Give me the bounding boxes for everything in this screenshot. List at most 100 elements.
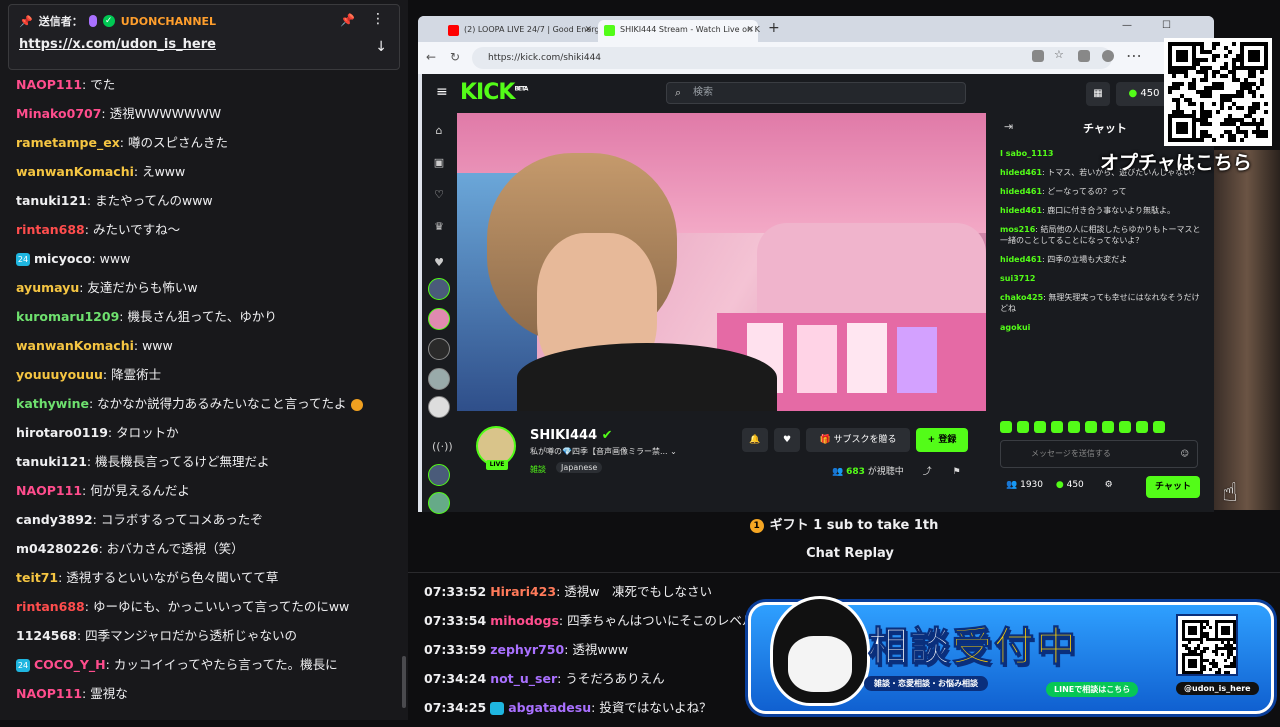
chat-username[interactable]: Minako0707: [16, 106, 101, 121]
kick-chat-input[interactable]: メッセージを送信する ☺: [1000, 440, 1198, 468]
kick-chat-username[interactable]: hided461: [1000, 255, 1042, 264]
pinned-link[interactable]: https://x.com/udon_is_here: [19, 37, 216, 52]
creator-dashboard-button[interactable]: ▦: [1086, 82, 1110, 106]
kick-chat-username[interactable]: I sabo_1113: [1000, 149, 1053, 158]
chat-username[interactable]: COCO_Y_H: [34, 657, 106, 672]
followed-channel-avatar[interactable]: [428, 368, 450, 390]
more-options-icon[interactable]: ⋮: [371, 11, 385, 27]
stream-language-tag[interactable]: Japanese: [556, 462, 603, 473]
followed-channel-avatar[interactable]: [428, 338, 450, 360]
follow-button[interactable]: + 登録: [916, 428, 968, 452]
kick-chat-username[interactable]: agokui: [1000, 323, 1030, 332]
emote-icon[interactable]: [1153, 421, 1165, 433]
replay-username[interactable]: Hirari423: [490, 584, 556, 599]
emote-icon[interactable]: [1051, 421, 1063, 433]
channel-name[interactable]: SHIKI444 ✔: [530, 428, 613, 443]
replay-username[interactable]: zephyr750: [490, 642, 564, 657]
chat-username[interactable]: kuromaru1209: [16, 309, 119, 324]
replay-timestamp: 07:33:54: [424, 613, 487, 628]
chat-username[interactable]: NAOP111: [16, 686, 82, 701]
emote-icon[interactable]: [1102, 421, 1114, 433]
trophy-icon[interactable]: ♛: [432, 220, 446, 234]
reload-icon[interactable]: ↻: [450, 50, 460, 64]
menu-dots-icon[interactable]: ⋯: [1126, 46, 1142, 65]
favorite-heart-button[interactable]: ♥: [774, 428, 800, 452]
browse-icon[interactable]: ▣: [432, 156, 446, 170]
replay-username[interactable]: not_u_ser: [490, 671, 557, 686]
chat-username[interactable]: tanuki121: [16, 193, 87, 208]
replay-username[interactable]: mihodogs: [490, 613, 559, 628]
browser-tab-youtube[interactable]: (2) LOOPA LIVE 24/7 | Good Energ ✕: [442, 20, 599, 42]
profile-icon[interactable]: [1102, 50, 1114, 62]
emote-icon[interactable]: [1119, 421, 1131, 433]
chat-username[interactable]: micyoco: [34, 251, 91, 266]
share-icon[interactable]: ⤴: [923, 467, 932, 477]
chat-username[interactable]: rametampe_ex: [16, 135, 120, 150]
browser-tab-kick[interactable]: SHIKI444 Stream - Watch Live on K ✕: [598, 20, 760, 42]
followed-channel-avatar[interactable]: [428, 464, 450, 486]
settings-gear-icon[interactable]: ⚙: [1105, 480, 1113, 490]
chat-username[interactable]: NAOP111: [16, 77, 82, 92]
emote-icon[interactable]: [1085, 421, 1097, 433]
chat-username[interactable]: m04280226: [16, 541, 99, 556]
chat-username[interactable]: ayumayu: [16, 280, 79, 295]
chat-username[interactable]: wanwanKomachi: [16, 164, 134, 179]
emote-icon[interactable]: [1000, 421, 1012, 433]
gift-sub-button[interactable]: 🎁 サブスクを贈る: [806, 428, 910, 452]
back-icon[interactable]: ←: [426, 50, 436, 64]
emote-icon[interactable]: [1017, 421, 1029, 433]
emote-icon[interactable]: [1068, 421, 1080, 433]
kick-chat-username[interactable]: hided461: [1000, 187, 1042, 196]
notification-bell-button[interactable]: 🔔: [742, 428, 768, 452]
favorites-heart-icon[interactable]: ♥: [432, 256, 446, 270]
home-icon[interactable]: ⌂: [432, 124, 446, 138]
emote-icon[interactable]: [1136, 421, 1148, 433]
kick-search-input[interactable]: ⌕ 検索: [666, 82, 966, 104]
live-radio-icon[interactable]: ((·)): [432, 440, 453, 454]
kick-chat-username[interactable]: hided461: [1000, 168, 1042, 177]
expand-down-icon[interactable]: ↓: [375, 39, 387, 55]
chat-scrollbar[interactable]: [402, 656, 406, 708]
report-flag-icon[interactable]: ⚑: [953, 467, 961, 477]
reader-mode-icon[interactable]: [1032, 50, 1044, 62]
maximize-icon[interactable]: ☐: [1162, 20, 1171, 31]
chat-username[interactable]: wanwanKomachi: [16, 338, 134, 353]
new-tab-icon[interactable]: +: [768, 20, 780, 36]
chevron-down-icon[interactable]: ⌄: [670, 447, 677, 456]
chat-username[interactable]: rintan688: [16, 599, 85, 614]
followed-channel-avatar[interactable]: [428, 308, 450, 330]
stream-category[interactable]: 雑談: [530, 464, 546, 475]
emote-icon[interactable]: [1034, 421, 1046, 433]
chat-send-button[interactable]: チャット: [1146, 476, 1200, 498]
chat-username[interactable]: rintan688: [16, 222, 85, 237]
unpin-icon[interactable]: 📌: [340, 13, 355, 27]
chat-username[interactable]: kathywine: [16, 396, 89, 411]
video-player[interactable]: [457, 113, 986, 411]
followed-channel-avatar[interactable]: [428, 396, 450, 418]
hamburger-menu-icon[interactable]: ≡: [436, 84, 448, 100]
chat-username[interactable]: hirotaro0119: [16, 425, 108, 440]
kick-chat-username[interactable]: sui3712: [1000, 274, 1035, 283]
chat-username[interactable]: youuuyouuu: [16, 367, 103, 382]
followed-channel-avatar[interactable]: [428, 492, 450, 514]
bookmark-star-icon[interactable]: ☆: [1054, 48, 1066, 61]
emoji-picker-icon[interactable]: ☺: [1181, 441, 1189, 467]
kick-chat-username[interactable]: mos216: [1000, 225, 1035, 234]
kick-logo[interactable]: KICKBETA: [460, 80, 528, 105]
replay-username[interactable]: abgatadesu: [508, 700, 591, 715]
pinned-sender-name[interactable]: UDONCHANNEL: [121, 15, 216, 28]
chat-username[interactable]: teit71: [16, 570, 58, 585]
chat-username[interactable]: NAOP111: [16, 483, 82, 498]
kick-chat-username[interactable]: hided461: [1000, 206, 1042, 215]
extension-icon[interactable]: [1078, 50, 1090, 62]
chat-username[interactable]: tanuki121: [16, 454, 87, 469]
chat-username[interactable]: candy3892: [16, 512, 93, 527]
close-tab-icon[interactable]: ✕: [746, 20, 754, 40]
minimize-icon[interactable]: —: [1122, 20, 1132, 31]
url-field[interactable]: https://kick.com/shiki444: [472, 47, 1112, 69]
followed-channel-avatar[interactable]: [428, 278, 450, 300]
chat-username[interactable]: 1124568: [16, 628, 77, 643]
following-heart-icon[interactable]: ♡: [432, 188, 446, 202]
kick-chat-username[interactable]: chako425: [1000, 293, 1043, 302]
close-tab-icon[interactable]: ✕: [584, 20, 592, 40]
